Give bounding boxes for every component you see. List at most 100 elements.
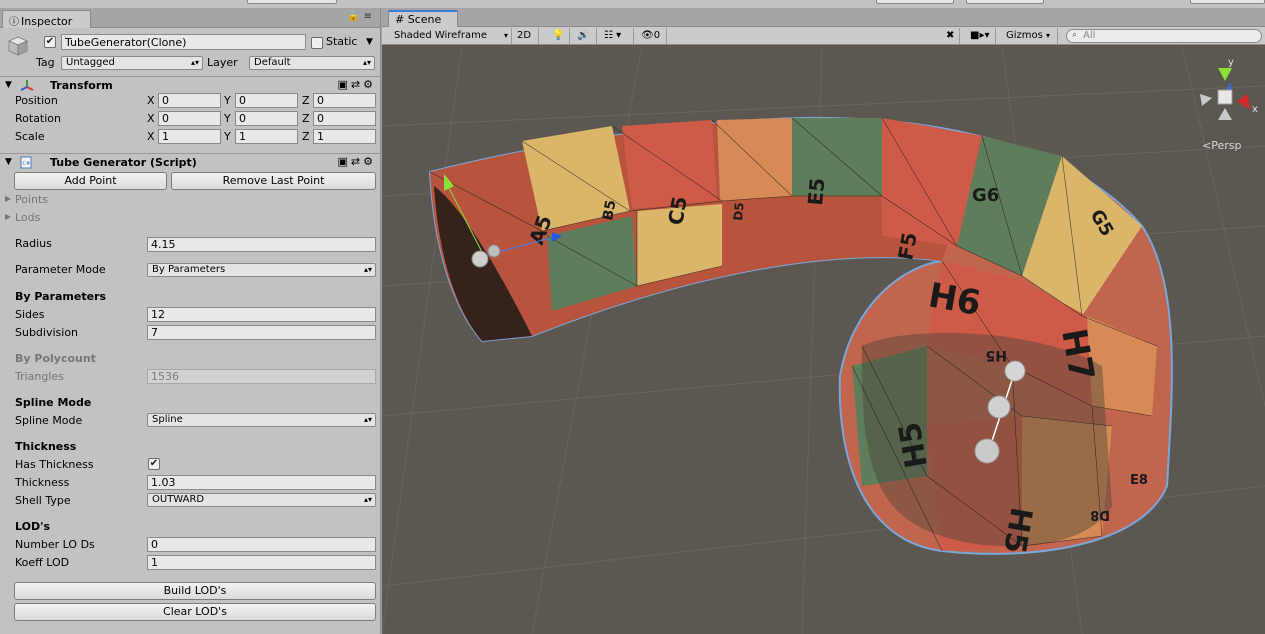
info-icon: ⓘ xyxy=(9,17,19,28)
sides-field[interactable]: 12 xyxy=(147,307,376,322)
spline-point-handle[interactable] xyxy=(1004,360,1026,382)
thickness-label: Thickness xyxy=(15,476,70,489)
lods-foldout-icon[interactable]: ▶ xyxy=(5,212,11,221)
inspector-panel: ⓘ Inspector 🔒≡ ✔ TubeGenerator(Clone) Sta… xyxy=(0,8,381,634)
points-foldout-label[interactable]: Points xyxy=(15,193,48,206)
gizmo-neg-x-icon[interactable] xyxy=(1200,94,1212,106)
gizmo-x-label: x xyxy=(1252,104,1258,115)
axis-x-label: X xyxy=(147,112,155,125)
gameobject-cube-icon xyxy=(8,36,28,56)
component-tools-icons[interactable]: ▣⇄⚙ xyxy=(338,155,376,168)
scene-toolbar: Shaded Wireframe ▾ 2D 💡 🔊 ☷ ▾ 👁0 ✖ ■▸▾ Gi… xyxy=(382,27,1265,45)
by-polycount-header: By Polycount xyxy=(15,352,96,365)
spline-point-handle[interactable] xyxy=(987,395,1011,419)
layer-dropdown[interactable]: Default ▴▾ xyxy=(249,56,375,70)
top-toolbar-strip xyxy=(0,0,1265,8)
tile-label: E8 xyxy=(1130,473,1148,488)
spline-mode-header: Spline Mode xyxy=(15,396,92,409)
axis-z-label: Z xyxy=(302,112,310,125)
tube-generator-component-header[interactable]: ▼ C# Tube Generator (Script) ▣⇄⚙ xyxy=(0,153,380,171)
static-dropdown-icon[interactable]: ▼ xyxy=(366,37,373,47)
tab-inspector[interactable]: ⓘ Inspector xyxy=(2,10,91,28)
spline-point-handle[interactable] xyxy=(487,244,501,258)
dropdown-arrow-icon: ▴▾ xyxy=(362,58,371,67)
position-z-field[interactable]: 0 xyxy=(313,93,376,108)
toolbar-button[interactable] xyxy=(1190,0,1265,4)
shell-type-label: Shell Type xyxy=(15,494,71,507)
rotation-y-field[interactable]: 0 xyxy=(235,111,298,126)
scene-search-input[interactable]: All xyxy=(1066,29,1262,43)
camera-dropdown-icon[interactable]: ■▸▾ xyxy=(966,28,996,44)
lighting-toggle-icon[interactable]: 💡 xyxy=(548,28,570,44)
hidden-objects-toggle[interactable]: 👁0 xyxy=(637,28,667,44)
gizmos-dropdown[interactable]: Gizmos ▾ xyxy=(1002,28,1058,44)
scene-grid-icon: # xyxy=(395,13,405,26)
spline-point-handle[interactable] xyxy=(471,250,489,268)
parameter-mode-dropdown[interactable]: By Parameters ▴▾ xyxy=(147,263,376,277)
spline-mode-dropdown[interactable]: Spline ▴▾ xyxy=(147,413,376,427)
gizmo-x-axis-icon[interactable] xyxy=(1237,94,1250,110)
tile-label: D5 xyxy=(731,202,747,221)
panel-lock-menu-icons[interactable]: 🔒≡ xyxy=(347,11,376,22)
transform-component-header[interactable]: ▼ Transform ▣⇄⚙ xyxy=(0,76,380,94)
gizmo-neg-y-icon[interactable] xyxy=(1218,108,1232,120)
has-thickness-checkbox[interactable]: ✔ xyxy=(148,458,160,470)
projection-label: Persp xyxy=(1211,139,1242,152)
tag-label: Tag xyxy=(36,56,55,69)
radius-label: Radius xyxy=(15,237,52,250)
static-checkbox[interactable] xyxy=(311,37,323,49)
scale-y-field[interactable]: 1 xyxy=(235,129,298,144)
tab-scene[interactable]: # Scene xyxy=(388,10,458,27)
toolbar-button[interactable] xyxy=(876,0,954,4)
spline-mode-label: Spline Mode xyxy=(15,414,83,427)
shading-mode-dropdown[interactable]: Shaded Wireframe ▾ xyxy=(390,28,512,44)
tab-scene-label: Scene xyxy=(407,13,442,26)
koeff-lod-field[interactable]: 1 xyxy=(147,555,376,570)
scale-x-field[interactable]: 1 xyxy=(158,129,221,144)
scale-z-field[interactable]: 1 xyxy=(313,129,376,144)
tag-dropdown[interactable]: Untagged ▴▾ xyxy=(61,56,203,70)
scene-panel: # Scene Shaded Wireframe ▾ 2D 💡 🔊 ☷ ▾ 👁0 … xyxy=(382,8,1265,634)
clear-lods-button[interactable]: Clear LOD's xyxy=(14,603,376,621)
projection-toggle[interactable]: <Persp xyxy=(1202,139,1241,152)
remove-last-point-button[interactable]: Remove Last Point xyxy=(171,172,376,190)
object-name-field[interactable]: TubeGenerator(Clone) xyxy=(61,34,306,50)
gizmo-y-axis-icon[interactable] xyxy=(1218,68,1232,81)
tile-label: D8 xyxy=(1090,507,1110,522)
radius-field[interactable]: 4.15 xyxy=(147,237,376,252)
position-y-field[interactable]: 0 xyxy=(235,93,298,108)
effects-dropdown-icon[interactable]: ☷ ▾ xyxy=(600,28,634,44)
component-tools-icons[interactable]: ▣⇄⚙ xyxy=(338,78,376,91)
scene-tools-icon[interactable]: ✖ xyxy=(942,28,960,44)
shading-mode-value: Shaded Wireframe xyxy=(394,30,487,41)
shell-type-dropdown[interactable]: OUTWARD ▴▾ xyxy=(147,493,376,507)
audio-toggle-icon[interactable]: 🔊 xyxy=(573,28,597,44)
rotation-x-field[interactable]: 0 xyxy=(158,111,221,126)
spline-point-handle[interactable] xyxy=(974,438,1000,464)
subdivision-field[interactable]: 7 xyxy=(147,325,376,340)
gizmo-center-icon[interactable] xyxy=(1217,89,1233,105)
transform-title: Transform xyxy=(50,79,113,92)
axis-y-label: Y xyxy=(224,94,231,107)
toolbar-button-group[interactable] xyxy=(247,0,337,4)
points-foldout-icon[interactable]: ▶ xyxy=(5,194,11,203)
object-header: ✔ TubeGenerator(Clone) Static ▼ Tag Unta… xyxy=(0,28,380,70)
lods-foldout-label[interactable]: Lods xyxy=(15,211,40,224)
toggle-2d-button[interactable]: 2D xyxy=(513,28,539,44)
position-x-field[interactable]: 0 xyxy=(158,93,221,108)
number-lods-field[interactable]: 0 xyxy=(147,537,376,552)
tab-inspector-label: Inspector xyxy=(21,15,73,28)
position-label: Position xyxy=(15,94,58,107)
layer-value: Default xyxy=(254,57,291,68)
add-point-button[interactable]: Add Point xyxy=(14,172,167,190)
foldout-arrow-icon[interactable]: ▼ xyxy=(5,157,12,167)
thickness-field[interactable]: 1.03 xyxy=(147,475,376,490)
shell-type-value: OUTWARD xyxy=(152,494,205,505)
axis-z-label: Z xyxy=(302,130,310,143)
active-checkbox[interactable]: ✔ xyxy=(44,36,56,48)
toolbar-button[interactable] xyxy=(966,0,1044,4)
foldout-arrow-icon[interactable]: ▼ xyxy=(5,80,12,90)
scene-viewport[interactable]: A5 B5 C5 D5 E5 F5 G6 G5 H6 H7 H5 H5 H5 E… xyxy=(382,46,1265,634)
build-lods-button[interactable]: Build LOD's xyxy=(14,582,376,600)
rotation-z-field[interactable]: 0 xyxy=(313,111,376,126)
